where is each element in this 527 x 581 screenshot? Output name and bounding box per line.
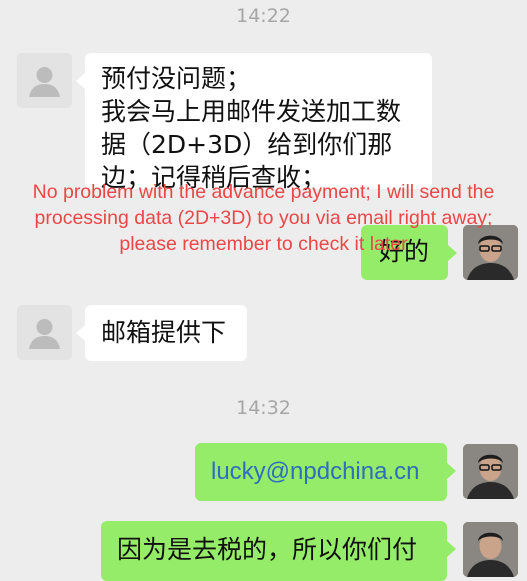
message-text: 预付没问题； 我会马上用邮件发送加工数 据（2D+3D）给到你们那 边；记得稍后… bbox=[101, 64, 402, 192]
contact-avatar[interactable] bbox=[17, 53, 72, 108]
message-bubble-incoming[interactable]: 邮箱提供下 bbox=[76, 305, 247, 361]
person-icon bbox=[29, 67, 60, 97]
user-photo-icon bbox=[463, 444, 518, 499]
timestamp: 14:22 bbox=[236, 5, 291, 27]
message-text: 邮箱提供下 bbox=[101, 318, 227, 347]
timestamp: 14:32 bbox=[236, 397, 291, 419]
message-bubble-incoming[interactable]: 预付没问题； 我会马上用邮件发送加工数 据（2D+3D）给到你们那 边；记得稍后… bbox=[76, 53, 432, 192]
email-link[interactable]: lucky@npdchina.cn bbox=[211, 455, 447, 488]
translation-overlay: No problem with the advance payment; I w… bbox=[32, 181, 495, 255]
contact-avatar[interactable] bbox=[17, 305, 72, 360]
person-icon bbox=[29, 319, 60, 349]
message-bubble-outgoing[interactable]: lucky@npdchina.cn bbox=[195, 443, 456, 501]
self-avatar[interactable] bbox=[463, 444, 518, 499]
message-bubble-outgoing[interactable]: 因为是去税的，所以你们付 bbox=[101, 521, 456, 581]
